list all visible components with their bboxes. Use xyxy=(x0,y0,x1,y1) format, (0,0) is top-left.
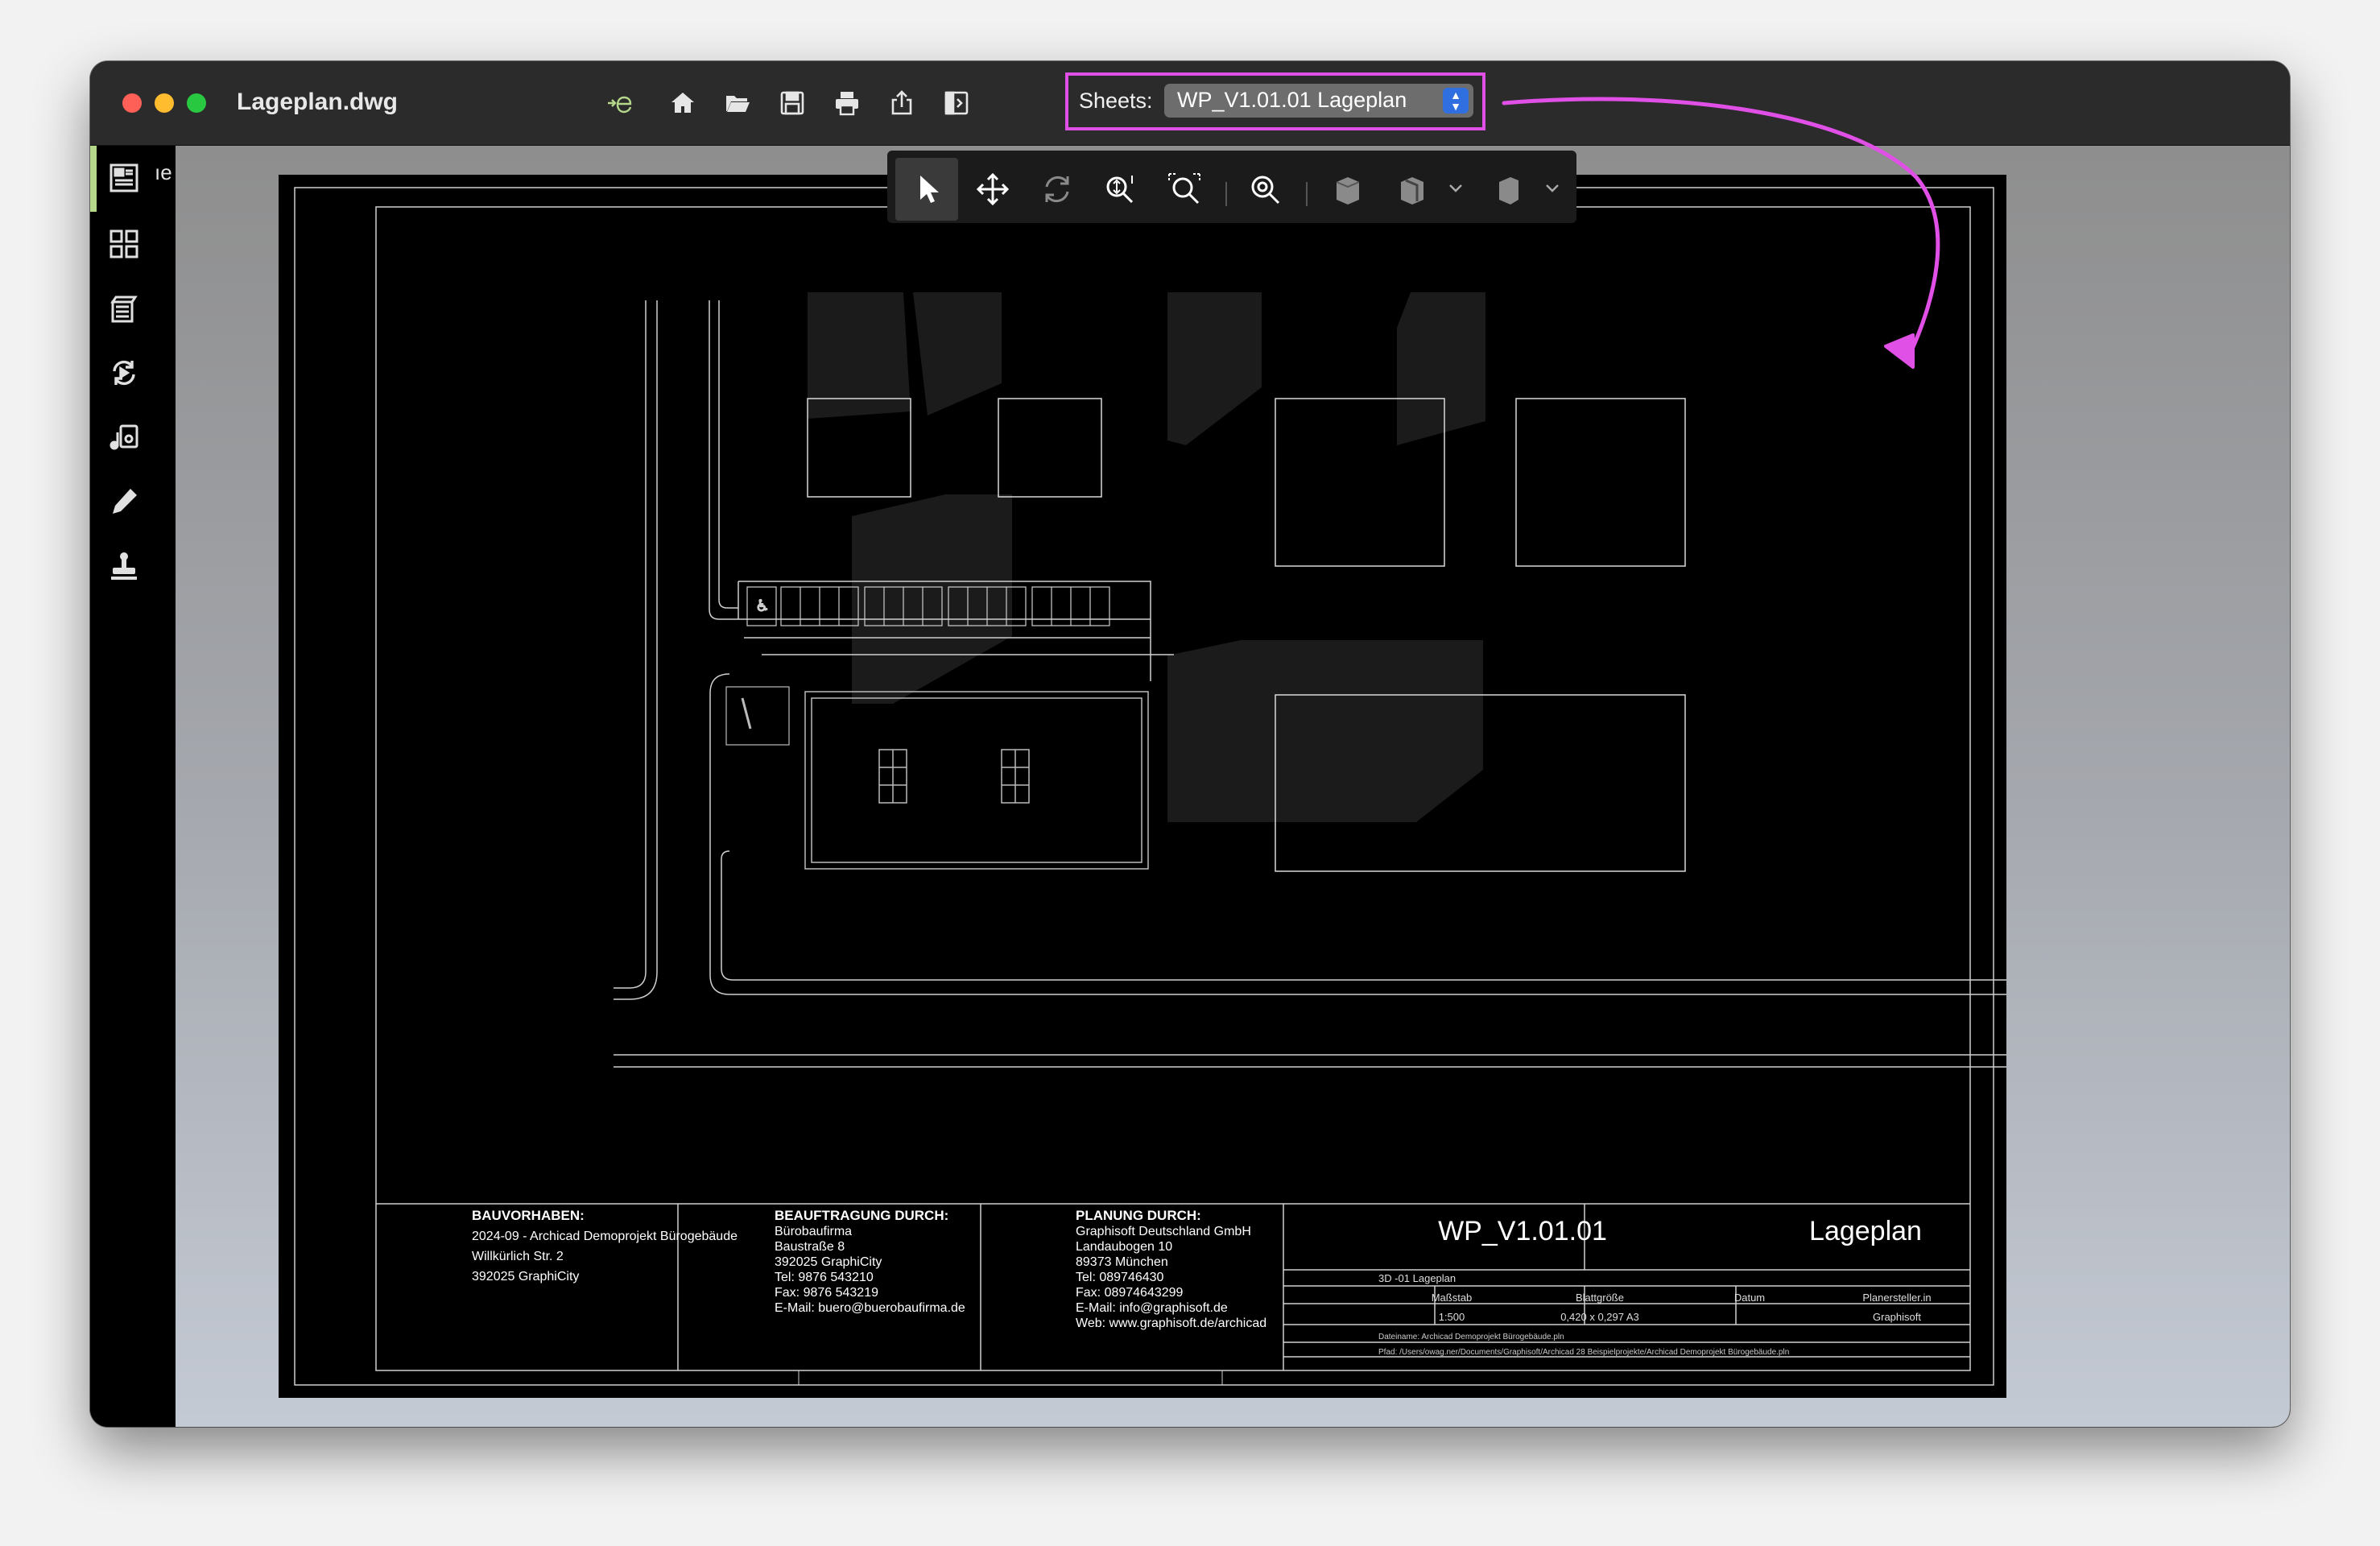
bauvorhaben-line: Willkürlich Str. 2 xyxy=(472,1250,564,1263)
bauvorhaben-line: 392025 GraphiCity xyxy=(472,1270,580,1284)
table-value: 1:500 xyxy=(1438,1311,1465,1323)
table-header: Blattgröße xyxy=(1576,1292,1624,1304)
planung-line: Web: www.graphisoft.de/archicad xyxy=(1076,1317,1267,1330)
planung-line: 89373 München xyxy=(1076,1255,1168,1269)
planung-line: E-Mail: info@graphisoft.de xyxy=(1076,1301,1228,1315)
table-value: 0,420 x 0,297 A3 xyxy=(1560,1311,1639,1323)
view-label: 3D -01 Lageplan xyxy=(1378,1272,1457,1284)
toolbar-separator xyxy=(1306,182,1308,206)
rotate-icon[interactable] xyxy=(1026,158,1089,221)
planung-line: Landaubogen 10 xyxy=(1076,1240,1173,1254)
table-header: Planersteller.in xyxy=(1862,1292,1932,1304)
table-header: Maßstab xyxy=(1431,1292,1473,1304)
chevron-down-icon[interactable] xyxy=(1446,179,1465,198)
planung-heading: PLANUNG DURCH: xyxy=(1076,1208,1201,1223)
toolbar-separator xyxy=(1225,182,1227,206)
table-value: Graphisoft xyxy=(1873,1311,1921,1323)
zoom-fit-icon[interactable] xyxy=(1233,158,1296,221)
cube-view-icon[interactable] xyxy=(1316,158,1378,221)
zoom-window-icon[interactable] xyxy=(1153,158,1216,221)
title-block-beauftragung: BEAUFTRAGUNG DURCH: Bürobaufirma Baustra… xyxy=(775,1208,965,1316)
sheet-id: WP_V1.01.01 xyxy=(1438,1215,1607,1246)
bauvorhaben-line: 2024-09 - Archicad Demoprojekt Bürogebäu… xyxy=(472,1230,738,1243)
beauftragung-line: E-Mail: buero@buerobaufirma.de xyxy=(775,1301,965,1315)
select-arrow-icon[interactable] xyxy=(895,158,958,221)
zoom-vertical-icon[interactable] xyxy=(1089,158,1151,221)
file-name-label: Dateiname: Archicad Demoprojekt Bürogebä… xyxy=(1378,1333,1564,1341)
planung-line: Tel: 089746430 xyxy=(1076,1271,1164,1284)
pan-move-icon[interactable] xyxy=(961,158,1024,221)
beauftragung-line: Fax: 9876 543219 xyxy=(775,1286,878,1300)
cube-render-icon[interactable] xyxy=(1477,158,1539,221)
file-path-label: Pfad: /Users/owag.ner/Documents/Graphiso… xyxy=(1378,1348,1790,1357)
planung-line: Graphisoft Deutschland GmbH xyxy=(1076,1225,1251,1238)
cube-section-icon[interactable] xyxy=(1380,158,1443,221)
bauvorhaben-heading: BAUVORHABEN: xyxy=(472,1208,585,1223)
chevron-down-icon[interactable] xyxy=(1543,179,1562,198)
beauftragung-line: Baustraße 8 xyxy=(775,1240,845,1254)
title-block-planung: PLANUNG DURCH: Graphisoft Deutschland Gm… xyxy=(1076,1208,1266,1331)
table-header: Datum xyxy=(1733,1292,1766,1304)
beauftragung-heading: BEAUFTRAGUNG DURCH: xyxy=(775,1208,949,1223)
beauftragung-line: 392025 GraphiCity xyxy=(775,1255,882,1269)
beauftragung-line: Bürobaufirma xyxy=(775,1225,853,1238)
sheet-name: Lageplan xyxy=(1809,1215,1922,1246)
beauftragung-line: Tel: 9876 543210 xyxy=(775,1271,874,1284)
title-block-bauvorhaben: BAUVORHABEN: 2024-09 - Archicad Demoproj… xyxy=(472,1208,738,1284)
planung-line: Fax: 08974643299 xyxy=(1076,1286,1184,1300)
